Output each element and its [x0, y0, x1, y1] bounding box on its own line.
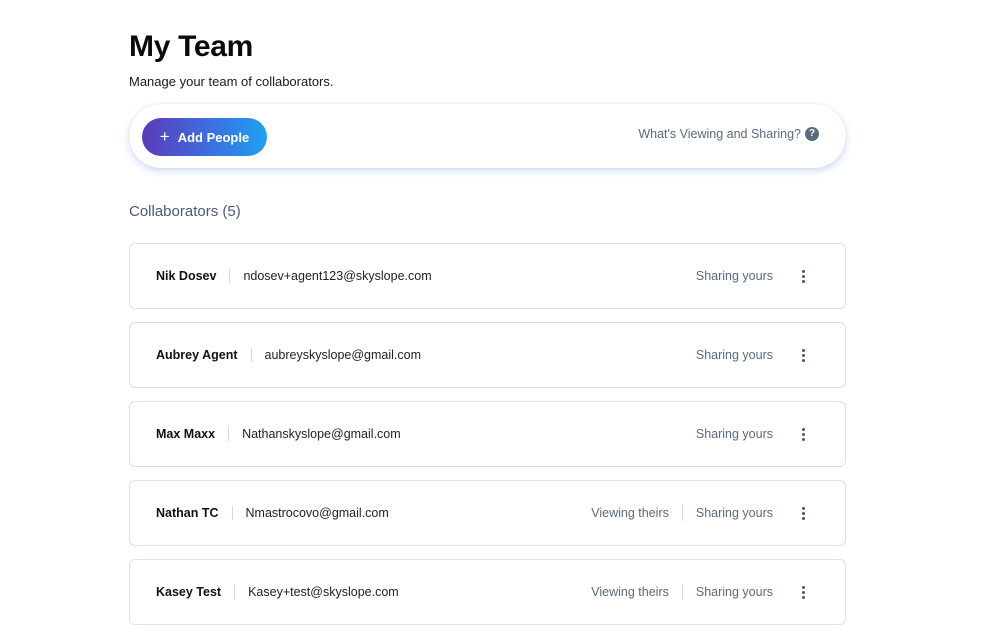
collaborator-row: Kasey Test Kasey+test@skyslope.com Viewi…	[129, 559, 846, 625]
sharing-status: Sharing yours	[695, 585, 773, 599]
more-options-icon[interactable]	[795, 344, 811, 366]
plus-icon: +	[159, 127, 170, 146]
collaborator-name: Kasey Test	[156, 585, 222, 599]
viewing-sharing-help-link[interactable]: What's Viewing and Sharing? ?	[638, 127, 819, 141]
collaborator-row: Nik Dosev ndosev+agent123@skyslope.com S…	[129, 243, 846, 309]
sharing-status: Sharing yours	[695, 427, 773, 441]
collaborators-list: Nik Dosev ndosev+agent123@skyslope.com S…	[129, 243, 846, 638]
collaborator-name: Max Maxx	[156, 427, 216, 441]
status-group: Sharing yours	[696, 427, 773, 441]
collaborator-row: Max Maxx Nathanskyslope@gmail.com Sharin…	[129, 401, 846, 467]
my-team-page: My Team Manage your team of collaborator…	[0, 0, 995, 639]
name-email-divider	[250, 348, 252, 362]
collaborator-name: Nathan TC	[156, 506, 219, 520]
name-email-divider	[229, 269, 231, 283]
page-subtitle: Manage your team of collaborators.	[129, 74, 334, 89]
collaborator-row: Nathan TC Nmastrocovo@gmail.com Viewing …	[129, 480, 846, 546]
status-group: Sharing yours	[696, 348, 773, 362]
collaborator-email: Nathanskyslope@gmail.com	[242, 427, 401, 441]
viewing-status: Viewing theirs	[591, 506, 669, 520]
more-options-icon[interactable]	[795, 502, 811, 524]
name-email-divider	[231, 506, 233, 520]
status-divider	[681, 505, 683, 521]
collaborator-email: ndosev+agent123@skyslope.com	[243, 269, 432, 283]
add-people-label: Add People	[177, 129, 250, 145]
collaborator-email: Nmastrocovo@gmail.com	[245, 506, 389, 520]
add-people-button[interactable]: + Add People	[142, 118, 267, 156]
sharing-status: Sharing yours	[695, 506, 773, 520]
sharing-status: Sharing yours	[695, 348, 773, 362]
name-email-divider	[234, 585, 236, 599]
status-group: Viewing theirs Sharing yours	[591, 584, 773, 600]
page-title: My Team	[129, 30, 254, 63]
collaborator-email: aubreyskyslope@gmail.com	[264, 348, 422, 362]
collaborators-heading: Collaborators (5)	[129, 203, 241, 220]
status-divider	[681, 584, 683, 600]
status-group: Viewing theirs Sharing yours	[591, 505, 773, 521]
help-link-label: What's Viewing and Sharing?	[638, 127, 801, 141]
question-icon[interactable]: ?	[805, 127, 819, 141]
more-options-icon[interactable]	[795, 581, 811, 603]
name-email-divider	[228, 427, 230, 441]
collaborator-name: Aubrey Agent	[156, 348, 238, 362]
collaborator-row: Aubrey Agent aubreyskyslope@gmail.com Sh…	[129, 322, 846, 388]
more-options-icon[interactable]	[795, 423, 811, 445]
more-options-icon[interactable]	[795, 265, 811, 287]
collaborator-email: Kasey+test@skyslope.com	[248, 585, 399, 599]
status-group: Sharing yours	[696, 269, 773, 283]
collaborator-name: Nik Dosev	[156, 269, 217, 283]
viewing-status: Viewing theirs	[591, 585, 669, 599]
sharing-status: Sharing yours	[695, 269, 773, 283]
action-bar: + Add People What's Viewing and Sharing?…	[129, 104, 846, 168]
